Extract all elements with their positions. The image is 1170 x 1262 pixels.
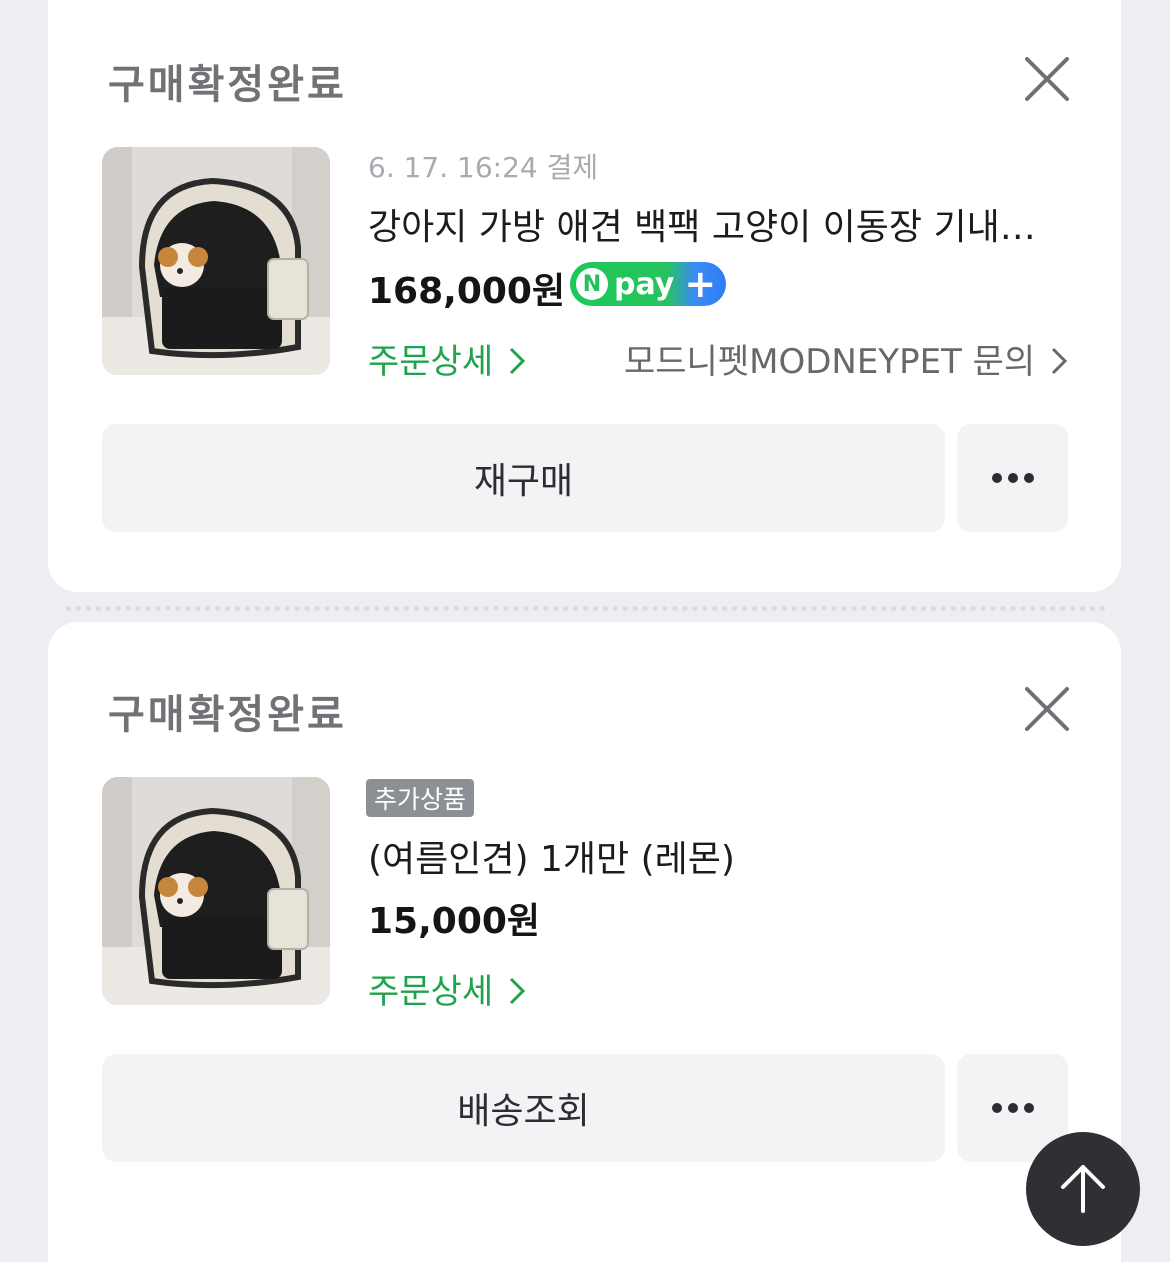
track-delivery-button[interactable]: 배송조회: [102, 1054, 945, 1162]
npay-text: pay: [614, 266, 675, 302]
close-button[interactable]: [1022, 684, 1072, 734]
arrow-up-icon: [1061, 1165, 1105, 1213]
product-name[interactable]: (여름인견) 1개만 (레몬): [368, 830, 1058, 882]
more-horizontal-icon: [991, 473, 1034, 483]
close-icon: [1025, 687, 1069, 731]
order-detail-label: 주문상세: [368, 342, 494, 382]
product-thumbnail[interactable]: [102, 777, 330, 1005]
product-name[interactable]: 강아지 가방 애견 백팩 고양이 이동장 기내용 케리어: [368, 198, 1058, 250]
npay-plus-badge: N pay +: [570, 262, 726, 306]
order-detail-link[interactable]: 주문상세: [368, 964, 526, 1013]
more-options-button[interactable]: [957, 424, 1068, 532]
chevron-right-icon: [1051, 347, 1068, 375]
close-button[interactable]: [1022, 54, 1072, 104]
order-status-title: 구매확정완료: [108, 692, 347, 738]
card-divider: [66, 606, 1106, 611]
product-price: 168,000원: [368, 271, 566, 312]
chevron-right-icon: [509, 347, 526, 375]
product-thumbnail[interactable]: [102, 147, 330, 375]
seller-inquiry-link[interactable]: 모드니펫MODNEYPET 문의: [624, 334, 1068, 383]
order-detail-label: 주문상세: [368, 972, 494, 1012]
rebuy-button[interactable]: 재구매: [102, 424, 945, 532]
close-icon: [1025, 57, 1069, 101]
more-horizontal-icon: [991, 1103, 1034, 1113]
chevron-right-icon: [509, 977, 526, 1005]
order-status-title: 구매확정완료: [108, 62, 347, 108]
npay-n-icon: N: [576, 268, 608, 300]
additional-product-badge: 추가상품: [366, 779, 475, 817]
scroll-to-top-button[interactable]: [1026, 1132, 1140, 1246]
npay-plus-icon: +: [684, 262, 717, 306]
product-price: 15,000원: [368, 901, 541, 942]
order-detail-link[interactable]: 주문상세: [368, 334, 526, 383]
seller-inquiry-label: 모드니펫MODNEYPET 문의: [623, 342, 1036, 382]
payment-datetime: 6. 17. 16:24 결제: [368, 151, 599, 184]
